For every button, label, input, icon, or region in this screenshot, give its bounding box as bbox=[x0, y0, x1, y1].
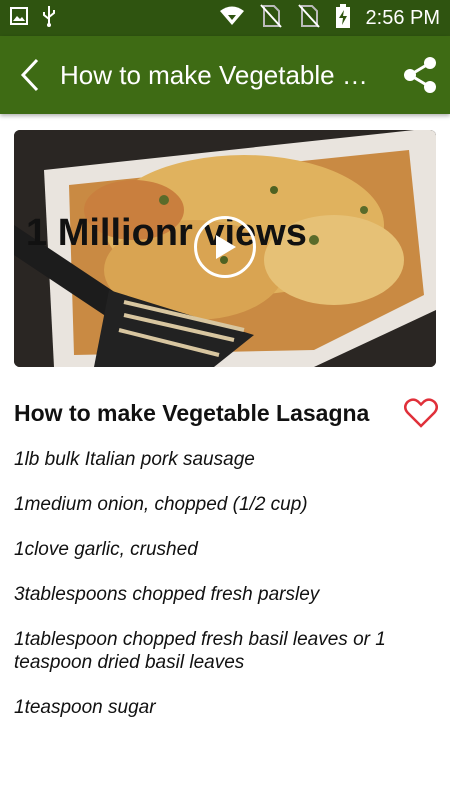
wifi-icon bbox=[219, 6, 244, 31]
ingredient-item: 1medium onion, chopped (1/2 cup) bbox=[14, 494, 308, 515]
video-thumbnail[interactable]: 1 Millionr views bbox=[14, 130, 436, 367]
ingredients-list: 1lb bulk Italian pork sausage 1medium on… bbox=[14, 448, 434, 741]
video-overlay-text: 1 Millionr views bbox=[26, 212, 307, 254]
ingredient-item: 1tablespoon chopped fresh basil leaves o… bbox=[14, 629, 386, 673]
share-icon bbox=[404, 57, 436, 93]
image-icon bbox=[10, 6, 28, 30]
usb-icon bbox=[42, 5, 56, 32]
status-time: 2:56 PM bbox=[365, 6, 440, 29]
heart-outline-icon bbox=[404, 398, 438, 428]
ingredient-item: 1teaspoon sugar bbox=[14, 697, 156, 718]
share-button[interactable] bbox=[390, 36, 450, 114]
ingredient-item: 3tablespoons chopped fresh parsley bbox=[14, 584, 320, 605]
back-button[interactable] bbox=[2, 36, 58, 114]
page-title: How to make Vegetable Lasagna bbox=[60, 59, 378, 90]
status-bar: 2:56 PM bbox=[0, 0, 450, 36]
app-bar: How to make Vegetable Lasagna bbox=[0, 36, 450, 114]
arrow-back-icon bbox=[20, 58, 39, 92]
recipe-title: How to make Vegetable Lasagna bbox=[14, 400, 370, 426]
play-button[interactable] bbox=[194, 216, 256, 278]
no-sim-icon bbox=[259, 3, 282, 33]
ingredient-item: 1clove garlic, crushed bbox=[14, 539, 198, 560]
ingredient-item: 1lb bulk Italian pork sausage bbox=[14, 449, 255, 470]
battery-charging-icon bbox=[335, 3, 350, 33]
favorite-button[interactable] bbox=[404, 398, 438, 428]
no-sim-icon bbox=[297, 3, 320, 33]
play-icon bbox=[216, 235, 236, 259]
